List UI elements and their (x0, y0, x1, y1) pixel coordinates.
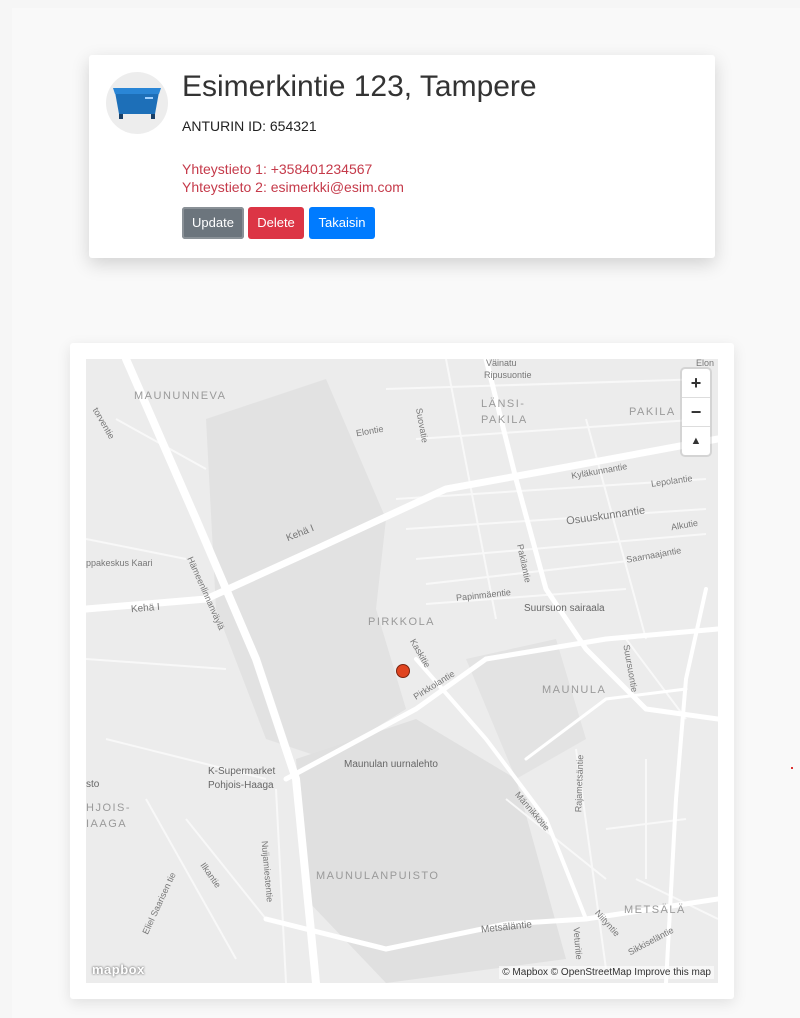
stray-dot (791, 767, 793, 769)
bin-icon (113, 88, 161, 119)
back-button[interactable]: Takaisin (309, 207, 375, 239)
map-label-street: Väinatu (486, 359, 517, 368)
delete-button[interactable]: Delete (248, 207, 304, 239)
contact-email: Yhteystieto 2: esimerkki@esim.com (182, 179, 404, 195)
avatar (106, 72, 168, 134)
map-label-street: Elon (696, 359, 715, 368)
map-label-area: IAAGA (86, 818, 128, 830)
zoom-in-button[interactable]: + (682, 369, 710, 398)
zoom-out-button[interactable]: − (682, 398, 710, 427)
map-zoom-controls: + − ▲ (682, 369, 710, 455)
map-label-area: HJOIS- (86, 802, 132, 814)
sensor-location-marker[interactable] (396, 664, 410, 678)
map-label-area: MAUNUNNEVA (134, 390, 227, 402)
sensor-id: ANTURIN ID: 654321 (182, 118, 317, 134)
map-label-area: PAKILA (629, 406, 676, 418)
map-attribution[interactable]: © Mapbox © OpenStreetMap Improve this ma… (499, 966, 714, 979)
map-label-poi: Suursuon sairaala (524, 603, 605, 614)
contact-phone: Yhteystieto 1: +358401234567 (182, 161, 373, 177)
map-label-poi: Pohjois-Haaga (208, 780, 274, 791)
map-label-area: METSÄLÄ (624, 904, 686, 916)
map-label-poi: sto (86, 779, 100, 790)
compass-button[interactable]: ▲ (682, 427, 710, 455)
map-label-area: MAUNULA (542, 684, 607, 696)
map-label-street: Ripusuontie (484, 370, 532, 380)
map-label-area: MAUNULANPUISTO (316, 870, 440, 882)
map-label-area: LÄNSI- (481, 398, 526, 410)
mapbox-logo[interactable]: mapbox (92, 962, 145, 977)
map-label-street: Veturitie (571, 926, 585, 961)
map-label-poi: K-Supermarket (208, 766, 276, 777)
map-card: MAUNUNNEVA LÄNSI- PAKILA PAKILA PIRKKOLA… (70, 343, 734, 999)
address-title: Esimerkintie 123, Tampere (182, 70, 537, 103)
update-button[interactable]: Update (182, 207, 244, 239)
map-label-poi: Maunulan uurnalehto (344, 759, 438, 770)
map-view[interactable]: MAUNUNNEVA LÄNSI- PAKILA PAKILA PIRKKOLA… (86, 359, 718, 983)
map-label-area: PIRKKOLA (368, 616, 436, 628)
map-label-area: PAKILA (481, 414, 528, 426)
map-label-street: ppakeskus Kaari (86, 558, 153, 568)
sensor-info-card: Esimerkintie 123, Tampere ANTURIN ID: 65… (89, 55, 715, 258)
